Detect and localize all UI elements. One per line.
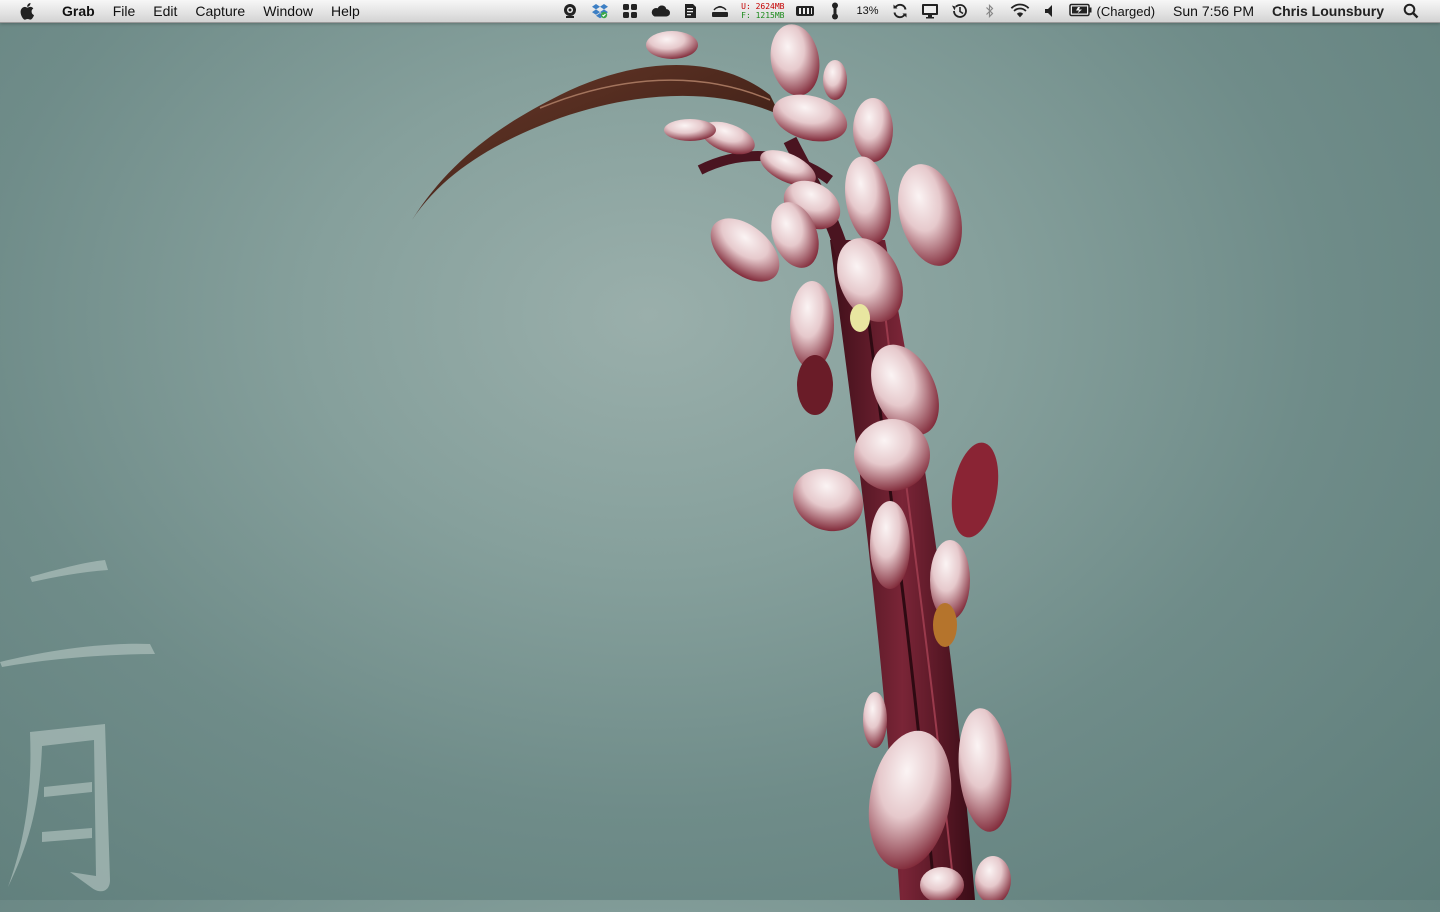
spotlight-icon[interactable]: [1400, 0, 1422, 22]
desktop-wallpaper: [0, 22, 1440, 904]
monitor-eye-icon[interactable]: [560, 0, 580, 22]
calendar-month-glyph: [0, 560, 155, 892]
menu-bar-left: Grab File Edit Capture Window Help: [0, 0, 369, 22]
notes-icon[interactable]: [680, 0, 700, 22]
catkin-buds: [646, 24, 1012, 904]
wifi-icon[interactable]: [1010, 0, 1030, 22]
apple-icon[interactable]: [19, 0, 37, 22]
time-machine-icon[interactable]: [950, 0, 970, 22]
fast-user-switch-name[interactable]: Chris Lounsbury: [1272, 3, 1384, 19]
dropbox-icon[interactable]: [590, 0, 610, 22]
router-icon[interactable]: [710, 0, 730, 22]
bluetooth-icon[interactable]: [980, 0, 1000, 22]
volume-icon[interactable]: [1040, 0, 1060, 22]
app-menu-grab[interactable]: Grab: [53, 0, 104, 22]
menu-edit[interactable]: Edit: [144, 0, 186, 22]
memory-usage-readout[interactable]: U: 2624MB F: 1215MB: [741, 2, 784, 20]
temperature-icon[interactable]: [825, 0, 845, 22]
battery-icon: [1068, 3, 1093, 20]
pussy-willow-branch-image: [412, 24, 1012, 904]
memory-used-value: U: 2624MB: [741, 2, 785, 11]
display-icon[interactable]: [920, 0, 940, 22]
menu-capture[interactable]: Capture: [186, 0, 254, 22]
battery-status-text: (Charged): [1096, 3, 1156, 19]
menu-help[interactable]: Help: [322, 0, 369, 22]
cpu-percent[interactable]: 13%: [856, 5, 878, 17]
spaces-icon[interactable]: [620, 0, 640, 22]
menu-bar-status-area: U: 2624MB F: 1215MB 13% (Charged) Sun 7:…: [555, 0, 1440, 22]
menu-file[interactable]: File: [104, 0, 145, 22]
cloud-icon[interactable]: [650, 0, 671, 22]
menu-clock[interactable]: Sun 7:56 PM: [1173, 3, 1254, 19]
sync-icon[interactable]: [890, 0, 910, 22]
menu-bar: Grab File Edit Capture Window Help U: 26…: [0, 0, 1440, 23]
battery-status[interactable]: (Charged): [1068, 3, 1162, 20]
memory-free-value: F: 1215MB: [741, 11, 785, 20]
menu-window[interactable]: Window: [254, 0, 322, 22]
memory-chip-icon[interactable]: [795, 0, 815, 22]
